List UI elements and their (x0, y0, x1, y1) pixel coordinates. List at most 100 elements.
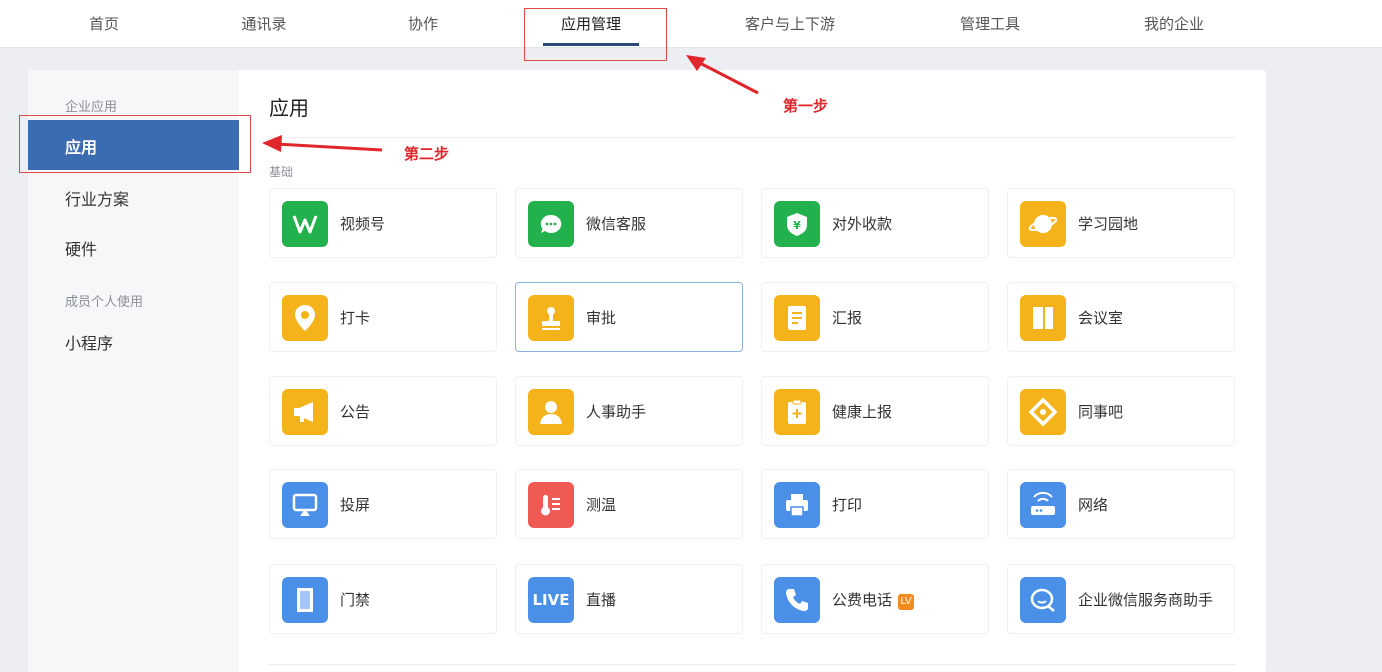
annotation-box-step2 (19, 115, 251, 173)
app-name: 网络 (1078, 496, 1109, 514)
nav-home[interactable]: 首页 (89, 0, 119, 48)
app-tile[interactable]: LIVE 直播 (515, 564, 743, 634)
screen-cast-icon (282, 482, 328, 528)
app-tile[interactable]: 健康上报 (761, 376, 989, 446)
app-name: 人事助手 (586, 403, 647, 421)
app-tile[interactable]: 会议室 (1007, 282, 1235, 352)
app-name: 企业微信服务商助手 (1078, 591, 1214, 609)
printer-icon (774, 482, 820, 528)
app-name: 投屏 (340, 496, 371, 514)
service-chat-icon (1020, 577, 1066, 623)
app-tile-label: 汇报 (832, 307, 862, 328)
app-tile[interactable]: 打卡 (269, 282, 497, 352)
app-tile-label: 对外收款 (832, 213, 892, 234)
nav-my-enterprise[interactable]: 我的企业 (1144, 0, 1204, 48)
app-tile-label: 企业微信服务商助手 (1078, 589, 1213, 610)
app-name: 对外收款 (832, 215, 893, 233)
app-tile-label: 投屏 (340, 494, 370, 515)
sidebar-item-hardware[interactable]: 硬件 (65, 236, 97, 260)
app-name: 微信客服 (586, 215, 647, 233)
sidebar-group-personal-use: 成员个人使用 (65, 295, 144, 310)
payment-icon: ¥ (774, 201, 820, 247)
nav-management-tools[interactable]: 管理工具 (960, 0, 1020, 48)
app-tile[interactable]: 视频号 (269, 188, 497, 258)
app-tile[interactable]: 汇报 (761, 282, 989, 352)
page-title: 应用 (269, 96, 309, 120)
app-tile[interactable]: 审批 (515, 282, 743, 352)
app-tile-label: 门禁 (340, 589, 370, 610)
bottom-divider (269, 664, 1236, 665)
router-icon (1020, 482, 1066, 528)
app-name: 视频号 (340, 215, 386, 233)
app-tile-label: 公告 (340, 401, 370, 422)
sidebar-group-enterprise-apps: 企业应用 (65, 100, 118, 115)
app-tile[interactable]: 网络 (1007, 469, 1235, 539)
app-name: 公告 (340, 403, 371, 421)
annotation-step1-text: 第一步 (783, 97, 829, 115)
learning-planet-icon (1020, 201, 1066, 247)
annotation-step2-text: 第二步 (404, 145, 450, 163)
app-tile-label: 打卡 (340, 307, 370, 328)
thermometer-icon (528, 482, 574, 528)
app-tile-label: 同事吧 (1078, 401, 1123, 422)
nav-customers-partners[interactable]: 客户与上下游 (745, 0, 835, 48)
svg-text:¥: ¥ (793, 219, 801, 232)
app-tile-label: 直播 (586, 589, 616, 610)
app-tile-label: 公费电话 LV (832, 589, 915, 610)
app-tile[interactable]: 门禁 (269, 564, 497, 634)
app-tile[interactable]: ¥ 对外收款 (761, 188, 989, 258)
app-tile-label: 打印 (832, 494, 862, 515)
annotation-box-step1 (524, 8, 667, 61)
app-name: 学习园地 (1078, 215, 1139, 233)
app-tile-label: 会议室 (1078, 307, 1123, 328)
report-doc-icon (774, 295, 820, 341)
app-tile[interactable]: 打印 (761, 469, 989, 539)
app-tile[interactable]: 投屏 (269, 469, 497, 539)
app-tile[interactable]: 测温 (515, 469, 743, 539)
app-tile-label: 网络 (1078, 494, 1108, 515)
app-tile-label: 视频号 (340, 213, 385, 234)
app-tile[interactable]: 微信客服 (515, 188, 743, 258)
health-report-icon (774, 389, 820, 435)
app-name: 健康上报 (832, 403, 893, 421)
app-name: 公费电话 (832, 591, 893, 609)
app-tile[interactable]: 企业微信服务商助手 (1007, 564, 1235, 634)
app-name: 审批 (586, 309, 617, 327)
app-tile-label: 微信客服 (586, 213, 646, 234)
colleague-icon (1020, 389, 1066, 435)
app-name: 汇报 (832, 309, 863, 327)
top-navigation: 首页 通讯录 协作 应用管理 客户与上下游 管理工具 我的企业 (0, 0, 1382, 48)
app-tile-label: 学习园地 (1078, 213, 1138, 234)
door-icon (1020, 295, 1066, 341)
app-name: 直播 (586, 591, 617, 609)
location-pin-icon (282, 295, 328, 341)
app-name: 同事吧 (1078, 403, 1124, 421)
app-name: 会议室 (1078, 309, 1124, 327)
app-tile-label: 人事助手 (586, 401, 646, 422)
app-tile-label: 审批 (586, 307, 616, 328)
wechat-service-icon (528, 201, 574, 247)
app-name: 门禁 (340, 591, 371, 609)
app-tile[interactable]: 公告 (269, 376, 497, 446)
app-tile[interactable]: 公费电话 LV (761, 564, 989, 634)
sidebar-item-mini-programs[interactable]: 小程序 (65, 330, 113, 354)
app-tile[interactable]: 同事吧 (1007, 376, 1235, 446)
level-badge: LV (898, 594, 915, 610)
megaphone-icon (282, 389, 328, 435)
video-channel-icon (282, 201, 328, 247)
icon-text: LIVE (532, 591, 570, 609)
stamp-icon (528, 295, 574, 341)
phone-icon (774, 577, 820, 623)
app-name: 测温 (586, 496, 617, 514)
sidebar-item-industry-solutions[interactable]: 行业方案 (65, 186, 129, 210)
app-tile-label: 测温 (586, 494, 616, 515)
person-icon (528, 389, 574, 435)
access-door-icon (282, 577, 328, 623)
app-name: 打印 (832, 496, 863, 514)
nav-contacts[interactable]: 通讯录 (241, 0, 286, 48)
app-tile[interactable]: 学习园地 (1007, 188, 1235, 258)
app-tile[interactable]: 人事助手 (515, 376, 743, 446)
title-divider (269, 137, 1236, 138)
live-icon: LIVE (528, 577, 574, 623)
nav-collaboration[interactable]: 协作 (408, 0, 438, 48)
